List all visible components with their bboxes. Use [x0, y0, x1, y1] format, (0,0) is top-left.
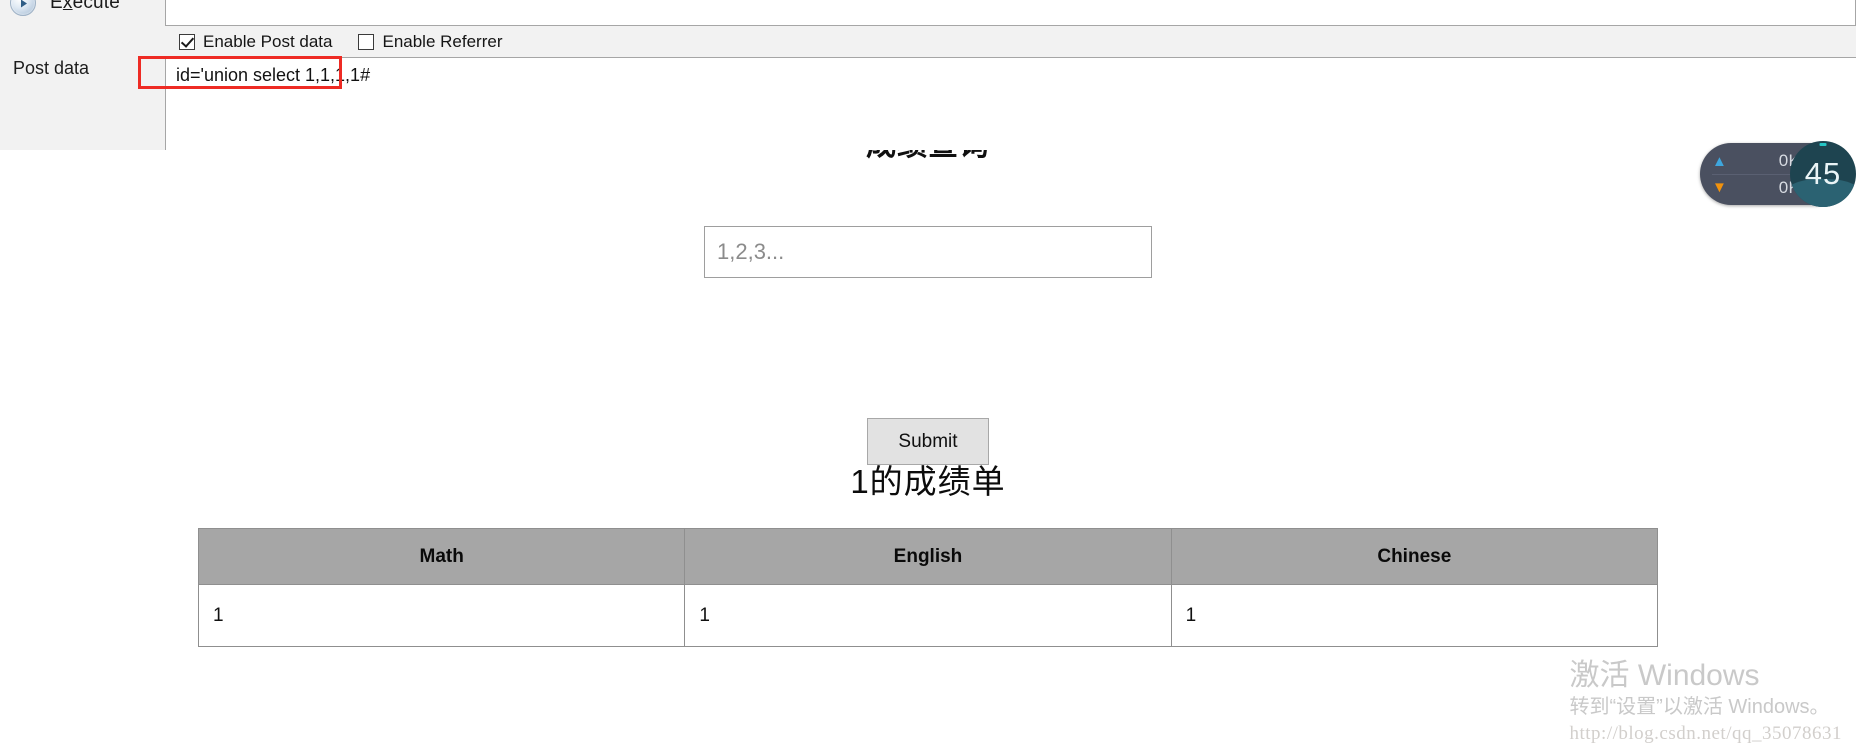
enable-referrer-checkbox[interactable]: Enable Referrer [358, 32, 503, 52]
enable-post-data-checkbox[interactable]: Enable Post data [179, 32, 332, 52]
table-header-row: Math English Chinese [197, 528, 1659, 585]
post-data-label: Post data [13, 58, 90, 78]
table-header-chinese: Chinese [1170, 528, 1659, 585]
enable-referrer-label: Enable Referrer [382, 32, 503, 51]
table-cell-english: 1 [684, 584, 1172, 647]
report-title: 1的成绩单 [850, 463, 1006, 500]
page-title: 成绩查询 [0, 150, 1856, 164]
execute-button[interactable]: Execute [10, 0, 120, 16]
grades-table: Math English Chinese 1 1 1 [197, 528, 1659, 647]
checkbox-box-unchecked[interactable] [358, 34, 375, 50]
search-input[interactable] [704, 226, 1152, 278]
play-circle-icon [10, 0, 36, 16]
table-header-english: English [684, 528, 1172, 585]
url-input[interactable] [165, 0, 1856, 26]
execute-label-suffix: ecute [72, 0, 121, 13]
screen-root: Execute Post data Enable Post data Enabl… [0, 0, 1856, 753]
options-bar: Enable Post data Enable Referrer [165, 27, 1856, 57]
table-header-math: Math [197, 528, 686, 585]
table-row: 1 1 1 [197, 584, 1659, 647]
web-page-content: 成绩查询 Submit 1的成绩单 Math English Chinese 1… [0, 150, 1856, 753]
enable-post-data-label: Enable Post data [203, 32, 333, 51]
table-cell-chinese: 1 [1170, 584, 1659, 647]
execute-label: Execute [50, 0, 120, 14]
table-cell-math: 1 [197, 584, 686, 647]
execute-label-prefix: E [50, 0, 63, 13]
checkbox-box-checked[interactable] [179, 34, 195, 50]
execute-label-accelerator: x [62, 0, 73, 13]
